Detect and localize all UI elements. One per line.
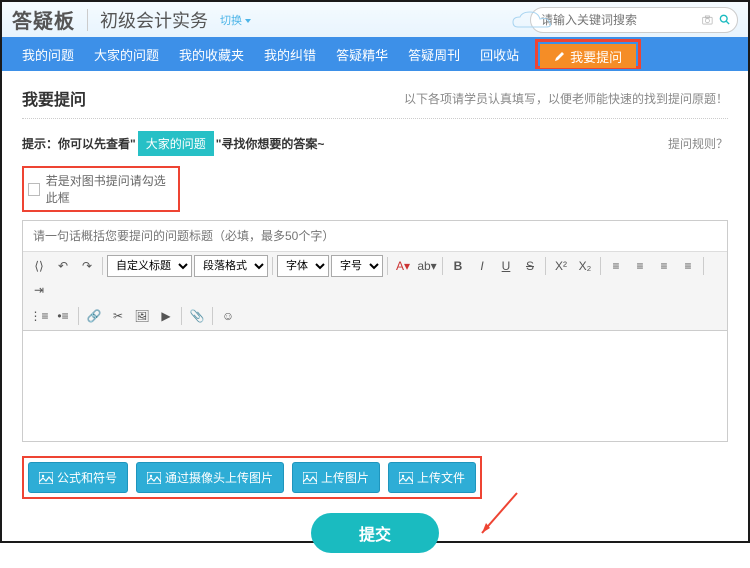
bg-color-icon[interactable]: ab▾ <box>416 255 438 277</box>
logo: 答疑板 <box>12 5 75 34</box>
redo-icon[interactable]: ↷ <box>76 255 98 277</box>
nav-bar: 我的问题 大家的问题 我的收藏夹 我的纠错 答疑精华 答疑周刊 回收站 我要提问 <box>2 37 748 71</box>
instruction: 以下各项请学员认真填写，以便老师能快速的找到提问原题！ <box>404 90 728 107</box>
font-select[interactable]: 字体 <box>277 255 329 277</box>
ordered-list-icon[interactable]: ⋮≡ <box>28 305 50 327</box>
hint-prefix: 提示：你可以先查看" <box>22 135 136 152</box>
course-title: 初级会计实务 <box>100 7 208 33</box>
book-check-row: 若是对图书提问请勾选此框 <box>26 170 176 208</box>
upload-row: 公式和符号 通过摄像头上传图片 上传图片 上传文件 <box>28 462 476 493</box>
editor: ⟨⟩ ↶ ↷ 自定义标题 段落格式 字体 字号 A▾ ab▾ B I U S X… <box>22 220 728 442</box>
nav-favorites[interactable]: 我的收藏夹 <box>169 37 254 71</box>
picture-icon <box>147 472 161 484</box>
formula-button[interactable]: 公式和符号 <box>28 462 128 493</box>
file-upload-button[interactable]: 上传文件 <box>388 462 476 493</box>
font-color-icon[interactable]: A▾ <box>392 255 414 277</box>
video-icon[interactable]: ▶ <box>155 305 177 327</box>
switch-link[interactable]: 切换 <box>220 12 251 28</box>
custom-title-select[interactable]: 自定义标题 <box>107 255 192 277</box>
book-check-highlight: 若是对图书提问请勾选此框 <box>22 166 180 212</box>
italic-icon[interactable]: I <box>471 255 493 277</box>
align-center-icon[interactable]: ≡ <box>629 255 651 277</box>
indent-icon[interactable]: ⇥ <box>28 279 50 301</box>
submit-button[interactable]: 提交 <box>311 513 439 553</box>
underline-icon[interactable]: U <box>495 255 517 277</box>
search-icon[interactable] <box>719 11 731 29</box>
caret-down-icon <box>245 19 251 23</box>
image-icon[interactable]: 🖼 <box>131 305 153 327</box>
hint-suffix: "寻找你想要的答案~ <box>216 135 325 152</box>
divider <box>87 9 88 31</box>
editor-toolbar: ⟨⟩ ↶ ↷ 自定义标题 段落格式 字体 字号 A▾ ab▾ B I U S X… <box>23 252 727 331</box>
hint-row: 提示：你可以先查看" 大家的问题 "寻找你想要的答案~ 提问规则？ <box>22 131 728 156</box>
picture-icon <box>399 472 413 484</box>
page-title: 我要提问 <box>22 86 86 110</box>
ask-button-highlight: 我要提问 <box>535 39 641 69</box>
nav-my-questions[interactable]: 我的问题 <box>12 37 84 71</box>
align-left-icon[interactable]: ≡ <box>605 255 627 277</box>
emoji-icon[interactable]: ☺ <box>217 305 239 327</box>
picture-icon <box>303 472 317 484</box>
hint-tag[interactable]: 大家的问题 <box>138 131 214 156</box>
subscript-icon[interactable]: X₂ <box>574 255 596 277</box>
source-icon[interactable]: ⟨⟩ <box>28 255 50 277</box>
image-upload-button[interactable]: 上传图片 <box>292 462 380 493</box>
nav-weekly[interactable]: 答疑周刊 <box>398 37 470 71</box>
cloud-decoration <box>508 7 568 32</box>
unordered-list-icon[interactable]: •≡ <box>52 305 74 327</box>
nav-essence[interactable]: 答疑精华 <box>326 37 398 71</box>
superscript-icon[interactable]: X² <box>550 255 572 277</box>
font-size-select[interactable]: 字号 <box>331 255 383 277</box>
picture-icon <box>39 472 53 484</box>
link-icon[interactable]: 🔗 <box>83 305 105 327</box>
editor-body[interactable] <box>23 331 727 441</box>
undo-icon[interactable]: ↶ <box>52 255 74 277</box>
book-checkbox[interactable] <box>28 183 40 196</box>
unlink-icon[interactable]: ✂ <box>107 305 129 327</box>
submit-row: 提交 <box>22 513 728 553</box>
upload-row-highlight: 公式和符号 通过摄像头上传图片 上传图片 上传文件 <box>22 456 482 499</box>
book-check-label: 若是对图书提问请勾选此框 <box>46 172 174 206</box>
bold-icon[interactable]: B <box>447 255 469 277</box>
para-format-select[interactable]: 段落格式 <box>194 255 268 277</box>
nav-recycle[interactable]: 回收站 <box>470 37 529 71</box>
camera-upload-button[interactable]: 通过摄像头上传图片 <box>136 462 284 493</box>
align-right-icon[interactable]: ≡ <box>653 255 675 277</box>
align-justify-icon[interactable]: ≡ <box>677 255 699 277</box>
strike-icon[interactable]: S <box>519 255 541 277</box>
nav-everyone-questions[interactable]: 大家的问题 <box>84 37 169 71</box>
attach-icon[interactable]: 📎 <box>186 305 208 327</box>
pencil-icon <box>554 50 566 62</box>
camera-icon[interactable] <box>702 13 713 27</box>
arrow-annotation <box>472 488 522 543</box>
rules-link[interactable]: 提问规则？ <box>668 135 728 152</box>
content: 我要提问 以下各项请学员认真填写，以便老师能快速的找到提问原题！ 提示：你可以先… <box>2 71 748 568</box>
title-row: 我要提问 以下各项请学员认真填写，以便老师能快速的找到提问原题！ <box>22 86 728 119</box>
nav-corrections[interactable]: 我的纠错 <box>254 37 326 71</box>
header: 答疑板 初级会计实务 切换 <box>2 2 748 37</box>
ask-button[interactable]: 我要提问 <box>540 44 636 68</box>
question-title-input[interactable] <box>23 221 727 252</box>
